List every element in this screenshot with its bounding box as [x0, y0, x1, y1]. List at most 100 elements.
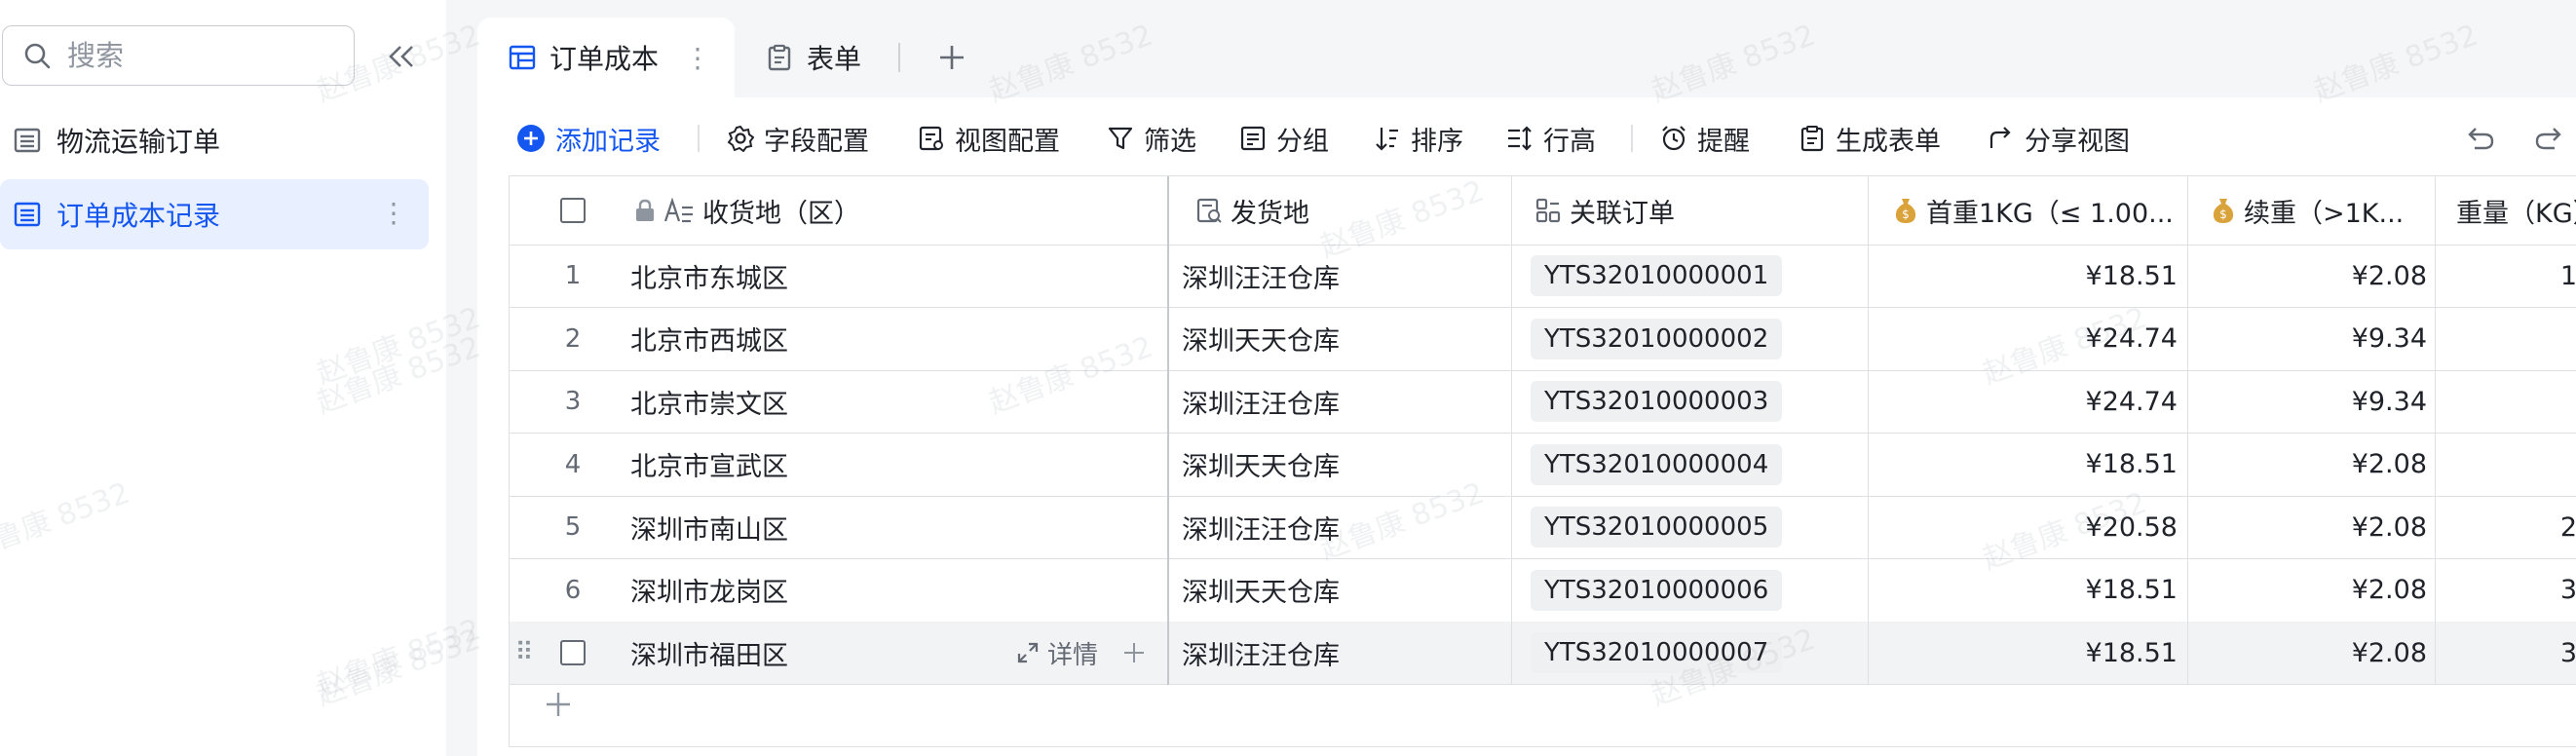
table-row[interactable]: ⠿ 深圳市福田区 详情 深圳汪汪仓库 YTS32010000007 ¥18.51 ¥2.08… — [510, 622, 2576, 685]
linked-order-tag[interactable]: YTS32010000002 — [1531, 318, 1783, 359]
plus-icon — [940, 46, 964, 69]
checkbox[interactable] — [560, 640, 586, 665]
checkbox[interactable] — [560, 198, 586, 223]
cell-ship[interactable]: 深圳汪汪仓库 — [1182, 496, 1503, 558]
cell-ship[interactable]: 深圳汪汪仓库 — [1182, 245, 1503, 307]
tab-order-cost[interactable]: 订单成本 ⋮ — [477, 18, 735, 97]
cell-receive[interactable]: 北京市东城区 — [630, 245, 1001, 307]
table-row[interactable]: 5 深圳市南山区 深圳汪汪仓库 YTS32010000005 ¥20.58 ¥2.08 2 — [510, 496, 2576, 559]
row-height-button[interactable]: 行高 — [1506, 119, 1596, 158]
linked-order-tag[interactable]: YTS32010000006 — [1531, 569, 1783, 611]
add-view-button[interactable] — [937, 18, 966, 97]
linked-order-tag[interactable]: YTS32010000004 — [1531, 443, 1783, 485]
column-header-order[interactable]: 关联订单 — [1525, 176, 1875, 245]
sort-icon — [1376, 128, 1398, 151]
double-chevron-left-icon — [389, 46, 413, 67]
filter-button[interactable]: 筛选 — [1107, 119, 1196, 158]
linked-order-tag[interactable]: YTS32010000001 — [1531, 255, 1783, 296]
cell-ship[interactable]: 深圳天天仓库 — [1182, 434, 1503, 496]
cell-first-weight[interactable]: ¥18.51 — [1874, 622, 2178, 684]
cell-weight[interactable]: 1 — [2448, 245, 2576, 307]
cell-receive[interactable]: 深圳市南山区 — [630, 496, 1001, 558]
linked-order-tag[interactable]: YTS32010000003 — [1531, 381, 1783, 422]
cell-order[interactable]: YTS32010000005 — [1531, 496, 1862, 558]
table-row[interactable]: 2 北京市西城区 深圳天天仓库 YTS32010000002 ¥24.74 ¥9.34 — [510, 308, 2576, 371]
cell-order[interactable]: YTS32010000002 — [1531, 308, 1862, 370]
cell-first-weight[interactable]: ¥24.74 — [1874, 370, 2178, 433]
column-divider — [1868, 176, 1869, 685]
cell-order[interactable]: YTS32010000003 — [1531, 370, 1862, 433]
cell-receive[interactable]: 北京市西城区 — [630, 308, 1001, 370]
sidebar-item-order-cost-records[interactable]: 订单成本记录 ⋮ — [0, 179, 429, 249]
field-config-button[interactable]: 字段配置 — [727, 119, 869, 158]
cell-continued-weight[interactable]: ¥9.34 — [2195, 308, 2427, 370]
cell-order[interactable]: YTS32010000001 — [1531, 245, 1862, 307]
plus-icon[interactable] — [1123, 642, 1145, 663]
frozen-column-divider[interactable] — [1167, 176, 1169, 685]
cell-order[interactable]: YTS32010000006 — [1531, 559, 1862, 622]
linked-order-tag[interactable]: YTS32010000007 — [1531, 632, 1783, 673]
cell-first-weight[interactable]: ¥24.74 — [1874, 308, 2178, 370]
table-row[interactable]: 4 北京市宣武区 深圳天天仓库 YTS32010000004 ¥18.51 ¥2.08 — [510, 434, 2576, 497]
cell-ship[interactable]: 深圳天天仓库 — [1182, 308, 1503, 370]
cell-order[interactable]: YTS32010000007 — [1531, 622, 1862, 684]
cell-receive[interactable]: 北京市宣武区 — [630, 434, 1001, 496]
cell-first-weight[interactable]: ¥18.51 — [1874, 434, 2178, 496]
cell-ship[interactable]: 深圳汪汪仓库 — [1182, 622, 1503, 684]
cell-weight[interactable] — [2448, 434, 2576, 496]
cell-ship[interactable]: 深圳天天仓库 — [1182, 559, 1503, 622]
cell-receive[interactable]: 深圳市龙岗区 — [630, 559, 1001, 622]
column-header-ship[interactable]: 发货地 — [1182, 176, 1381, 245]
cell-weight[interactable]: 3 — [2448, 559, 2576, 622]
cell-first-weight[interactable]: ¥18.51 — [1874, 559, 2178, 622]
table-row[interactable]: 3 北京市崇文区 深圳汪汪仓库 YTS32010000003 ¥24.74 ¥9.34 — [510, 370, 2576, 434]
cell-order[interactable]: YTS32010000004 — [1531, 434, 1862, 496]
linked-order-tag[interactable]: YTS32010000005 — [1531, 507, 1783, 548]
tab-form[interactable]: 表单 — [766, 18, 861, 97]
gear-icon — [727, 125, 754, 152]
view-tabbar: 订单成本 ⋮ 表单 — [477, 0, 2576, 97]
cell-weight[interactable] — [2448, 370, 2576, 433]
search-box[interactable] — [2, 25, 355, 86]
add-row-button[interactable] — [539, 685, 578, 724]
select-all-checkbox[interactable] — [549, 176, 597, 245]
share-view-button[interactable]: 分享视图 — [1988, 119, 2130, 158]
cell-first-weight[interactable]: ¥20.58 — [1874, 496, 2178, 558]
cell-weight[interactable]: 2 — [2448, 496, 2576, 558]
cell-continued-weight[interactable]: ¥2.08 — [2195, 622, 2427, 684]
cell-continued-weight[interactable]: ¥2.08 — [2195, 496, 2427, 558]
group-button[interactable]: 分组 — [1239, 119, 1329, 158]
cell-receive[interactable]: 北京市崇文区 — [630, 370, 1001, 433]
cell-weight[interactable] — [2448, 308, 2576, 370]
generate-form-button[interactable]: 生成表单 — [1799, 119, 1941, 158]
sidebar-item-logistics-orders[interactable]: 物流运输订单 — [0, 105, 429, 175]
sort-button[interactable]: 排序 — [1374, 119, 1463, 158]
cell-weight[interactable]: 3 — [2448, 622, 2576, 684]
table-row[interactable]: 6 深圳市龙岗区 深圳天天仓库 YTS32010000006 ¥18.51 ¥2.08 3 — [510, 559, 2576, 623]
cell-continued-weight[interactable]: ¥2.08 — [2195, 245, 2427, 307]
cell-first-weight[interactable]: ¥18.51 — [1874, 245, 2178, 307]
table-row[interactable]: 1 北京市东城区 深圳汪汪仓库 YTS32010000001 ¥18.51 ¥2.08 1 — [510, 245, 2576, 308]
sidebar: 物流运输订单 订单成本记录 ⋮ — [0, 0, 446, 756]
cell-receive[interactable]: 深圳市福田区 — [630, 622, 1001, 684]
more-vertical-icon[interactable]: ⋮ — [684, 42, 711, 74]
cell-continued-weight[interactable]: ¥2.08 — [2195, 559, 2427, 622]
column-header-weight[interactable]: 重量（KG） — [2456, 176, 2576, 245]
drag-handle-icon[interactable]: ⠿ — [510, 622, 539, 684]
collapse-sidebar-button[interactable] — [382, 37, 421, 76]
cell-ship[interactable]: 深圳汪汪仓库 — [1182, 370, 1503, 433]
row-checkbox[interactable] — [549, 622, 597, 684]
search-input[interactable] — [65, 38, 322, 73]
more-vertical-icon[interactable]: ⋮ — [380, 197, 407, 229]
cell-continued-weight[interactable]: ¥2.08 — [2195, 434, 2427, 496]
column-header-receive[interactable]: 收货地（区） — [634, 176, 897, 245]
reminder-button[interactable]: 提醒 — [1660, 119, 1750, 158]
column-header-continued-weight[interactable]: $ 续重（>1K... — [2201, 176, 2448, 245]
column-header-first-weight[interactable]: $ 首重1KG（≤ 1.00... — [1883, 176, 2201, 245]
view-config-button[interactable]: 视图配置 — [918, 119, 1060, 158]
add-record-button[interactable]: 添加记录 — [516, 119, 661, 158]
undo-button[interactable] — [2465, 119, 2506, 158]
redo-button[interactable] — [2533, 119, 2574, 158]
cell-continued-weight[interactable]: ¥9.34 — [2195, 370, 2427, 433]
row-detail-button[interactable]: 详情 — [1016, 622, 1162, 684]
